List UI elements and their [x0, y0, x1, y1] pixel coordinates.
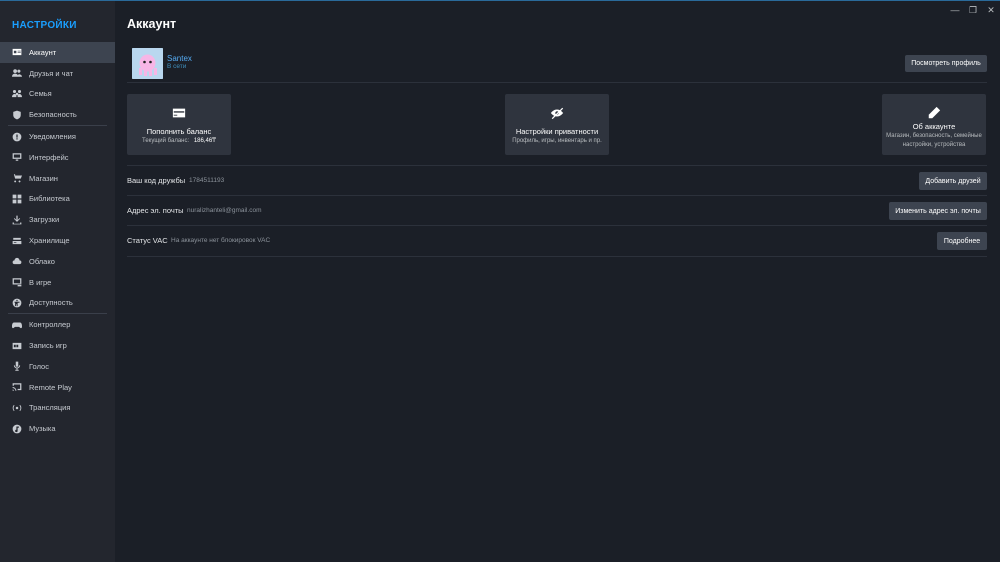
sidebar-item-label: Трансляция: [29, 403, 71, 413]
card-title: Об аккаунте: [912, 122, 956, 131]
sidebar-item-label: Музыка: [29, 424, 56, 434]
sidebar-item-remote-play[interactable]: Remote Play: [0, 377, 115, 398]
cloud-icon: [12, 256, 22, 266]
sidebar-item-label: Магазин: [29, 173, 58, 183]
card-subtitle: Текущий баланс: 186,46₸: [129, 137, 229, 146]
balance-label: Текущий баланс:: [142, 138, 190, 144]
add-friends-button[interactable]: Добавить друзей: [919, 172, 987, 190]
window-controls: — ❐ ✕: [946, 4, 1000, 16]
card-title: Пополнить баланс: [146, 127, 212, 136]
card-title: Настройки приватности: [515, 127, 599, 136]
restore-button[interactable]: ❐: [964, 4, 982, 16]
cast-icon: [12, 382, 22, 392]
sidebar-item-label: Голос: [29, 361, 49, 371]
profile-status: В сети: [167, 63, 187, 70]
minimize-button[interactable]: —: [946, 4, 964, 16]
sidebar-item-label: Библиотека: [29, 194, 70, 204]
profile-name[interactable]: Santex: [167, 54, 192, 63]
sidebar-item-storage[interactable]: Хранилище: [0, 230, 115, 251]
microphone-icon: [12, 361, 22, 372]
friend-code-value: 1784511193: [189, 177, 225, 184]
row-divider: [127, 256, 987, 257]
storage-icon: [12, 236, 22, 246]
pencil-icon: [882, 106, 986, 120]
balance-value: 186,46₸: [193, 138, 216, 144]
sidebar-item-controller[interactable]: Контроллер: [0, 314, 115, 335]
email-row: Адрес эл. почты nuralizhanteli@gmail.com…: [127, 195, 987, 225]
record-icon: [12, 341, 22, 351]
sidebar-item-accessibility[interactable]: Доступность: [0, 293, 115, 314]
sidebar-item-label: Доступность: [29, 298, 73, 308]
sidebar-item-notifications[interactable]: Уведомления: [0, 126, 115, 147]
vac-status-row: Статус VAC На аккаунте нет блокировок VA…: [127, 225, 987, 255]
add-funds-card[interactable]: Пополнить баланс Текущий баланс: 186,46₸: [127, 94, 231, 155]
sidebar-item-label: Облако: [29, 256, 55, 266]
sidebar-title: НАСТРОЙКИ: [12, 20, 77, 31]
wallet-icon: [127, 106, 231, 120]
cart-icon: [12, 173, 22, 183]
sidebar-item-cloud[interactable]: Облако: [0, 251, 115, 272]
sidebar-item-label: Аккаунт: [29, 47, 57, 57]
sidebar-item-store[interactable]: Магазин: [0, 168, 115, 189]
grid-icon: [12, 194, 22, 204]
main-content: — ❐ ✕ Аккаунт Santex В сети Посмотреть п…: [115, 1, 1000, 562]
sidebar-item-label: В игре: [29, 277, 52, 287]
music-icon: [12, 424, 22, 434]
friends-icon: [12, 68, 22, 78]
card-subtitle: Профиль, игры, инвентарь и пр.: [512, 138, 602, 144]
settings-sidebar: НАСТРОЙКИ Аккаунт Друзья и чат Семья Без…: [0, 1, 115, 562]
avatar[interactable]: [132, 48, 163, 79]
alert-icon: [12, 132, 22, 142]
row-label: Ваш код дружбы: [127, 176, 186, 185]
account-details-card[interactable]: Об аккаунте Магазин, безопасность, семей…: [882, 94, 986, 155]
row-label: Адрес эл. почты: [127, 206, 184, 215]
sidebar-item-broadcasting[interactable]: Трансляция: [0, 398, 115, 419]
broadcast-icon: [12, 403, 22, 413]
sidebar-item-label: Контроллер: [29, 320, 71, 330]
page-title: Аккаунт: [127, 17, 177, 31]
in-game-icon: [12, 277, 22, 287]
monitor-icon: [12, 152, 22, 162]
change-email-button[interactable]: Изменить адрес эл. почты: [889, 202, 987, 220]
sidebar-item-friends[interactable]: Друзья и чат: [0, 63, 115, 84]
sidebar-item-label: Уведомления: [29, 132, 76, 142]
shield-icon: [12, 110, 22, 120]
email-value: nuralizhanteli@gmail.com: [187, 207, 262, 214]
sidebar-item-label: Загрузки: [29, 215, 60, 225]
sidebar-item-security[interactable]: Безопасность: [0, 104, 115, 125]
eye-off-icon: [505, 106, 609, 120]
sidebar-item-game-recording[interactable]: Запись игр: [0, 335, 115, 356]
accessibility-icon: [12, 298, 22, 308]
family-icon: [12, 89, 22, 99]
friend-code-row: Ваш код дружбы 1784511193 Добавить друзе…: [127, 165, 987, 195]
view-profile-button[interactable]: Посмотреть профиль: [905, 55, 987, 72]
sidebar-item-label: Безопасность: [29, 110, 77, 120]
sidebar-item-family[interactable]: Семья: [0, 84, 115, 105]
vac-status-value: На аккаунте нет блокировок VAC: [171, 237, 271, 244]
sidebar-item-label: Хранилище: [29, 236, 70, 246]
sidebar-item-label: Запись игр: [29, 341, 67, 351]
close-button[interactable]: ✕: [982, 4, 1000, 16]
sidebar-item-label: Remote Play: [29, 382, 72, 392]
sidebar-item-label: Интерфейс: [29, 152, 69, 162]
row-label: Статус VAC: [127, 236, 168, 245]
sidebar-item-account[interactable]: Аккаунт: [0, 42, 115, 63]
gamepad-icon: [12, 320, 22, 330]
privacy-settings-card[interactable]: Настройки приватности Профиль, игры, инв…: [505, 94, 609, 155]
card-subtitle: Магазин, безопасность, семейные настройк…: [886, 133, 982, 148]
sidebar-item-music[interactable]: Музыка: [0, 418, 115, 439]
id-card-icon: [12, 47, 22, 57]
vac-details-button[interactable]: Подробнее: [937, 232, 987, 250]
sidebar-item-voice[interactable]: Голос: [0, 356, 115, 377]
download-icon: [12, 215, 22, 225]
sidebar-nav: Аккаунт Друзья и чат Семья Безопасность …: [0, 42, 115, 439]
sidebar-item-library[interactable]: Библиотека: [0, 189, 115, 210]
profile-row: Santex В сети Посмотреть профиль: [127, 45, 987, 83]
sidebar-item-label: Семья: [29, 89, 52, 99]
sidebar-item-downloads[interactable]: Загрузки: [0, 209, 115, 230]
sidebar-item-label: Друзья и чат: [29, 68, 74, 78]
sidebar-item-interface[interactable]: Интерфейс: [0, 147, 115, 168]
sidebar-item-in-game[interactable]: В игре: [0, 272, 115, 293]
